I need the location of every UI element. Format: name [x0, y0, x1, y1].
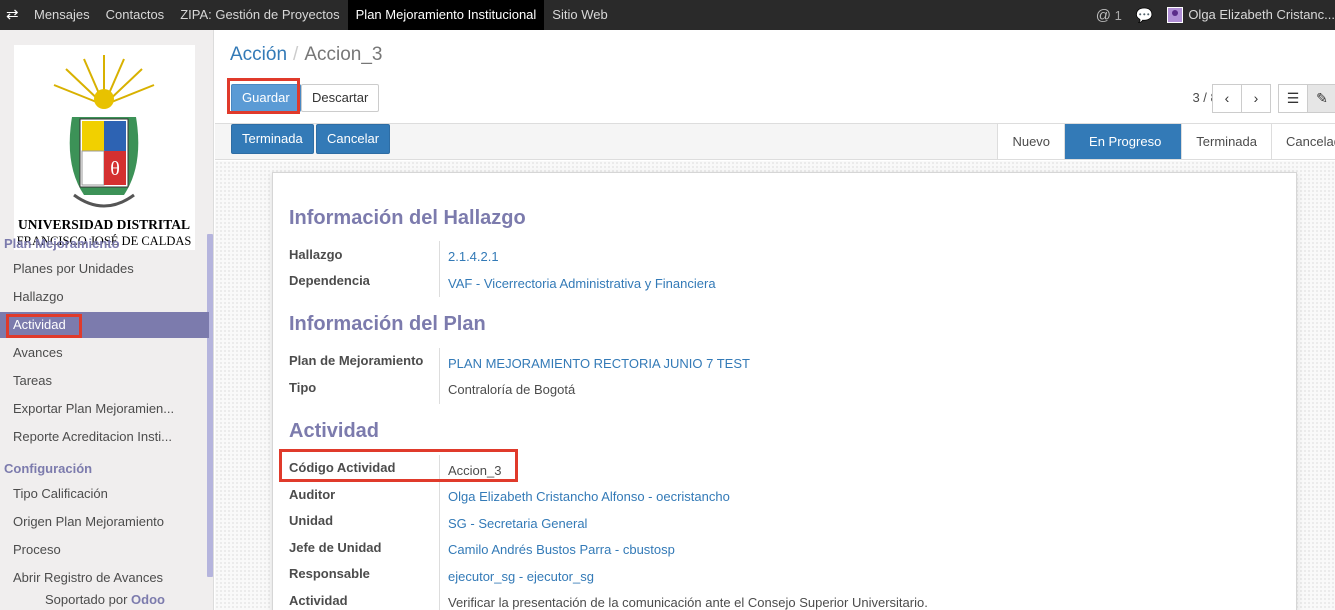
value-responsable[interactable]: ejecutor_sg - ejecutor_sg	[448, 569, 594, 584]
apps-switch-icon[interactable]: ⇄	[6, 6, 24, 24]
stage-en-progreso[interactable]: En Progreso	[1064, 124, 1182, 159]
university-crest-icon: θ UNIVERSIDAD DISTRITAL FRANCISCO JOSÉ D…	[17, 55, 191, 248]
menu-contactos[interactable]: Contactos	[98, 0, 173, 30]
section-plan-mejoramiento: Plan Mejoramiento	[4, 236, 120, 251]
form-view-button[interactable]: ✎	[1307, 84, 1335, 113]
list-view-button[interactable]: ☰	[1278, 84, 1308, 113]
label-unidad: Unidad	[289, 513, 334, 528]
label-tipo: Tipo	[289, 380, 317, 395]
section-title-hallazgo: Información del Hallazgo	[289, 207, 526, 229]
menu-sitio-web[interactable]: Sitio Web	[544, 0, 615, 30]
mentions-count: 1	[1114, 7, 1122, 23]
label-hallazgo: Hallazgo	[289, 247, 343, 262]
odoo-link[interactable]: Odoo	[131, 592, 165, 607]
finished-button[interactable]: Terminada	[231, 124, 314, 154]
menu-plan-mejoramiento[interactable]: Plan Mejoramiento Institucional	[347, 0, 545, 30]
at-sign-icon: @	[1095, 6, 1112, 24]
stage-nuevo[interactable]: Nuevo	[997, 124, 1065, 159]
label-jefe-unidad: Jefe de Unidad	[289, 540, 382, 555]
value-unidad[interactable]: SG - Secretaria General	[448, 516, 587, 531]
edit-icon: ✎	[1316, 90, 1328, 106]
sidebar-item-origen-plan[interactable]: Origen Plan Mejoramiento	[0, 509, 209, 535]
sidebar-item-tipo-calificacion[interactable]: Tipo Calificación	[0, 481, 209, 507]
chat-icon[interactable]: 💬	[1136, 7, 1153, 24]
university-logo: θ UNIVERSIDAD DISTRITAL FRANCISCO JOSÉ D…	[14, 45, 195, 250]
stage-terminada[interactable]: Terminada	[1181, 124, 1271, 159]
powered-by: Soportado por Odoo	[45, 592, 165, 607]
value-codigo-actividad[interactable]: Accion_3	[448, 463, 501, 478]
value-jefe-unidad[interactable]: Camilo Andrés Bustos Parra - cbustosp	[448, 542, 675, 557]
status-bar: Terminada Cancelar Nuevo En Progreso Ter…	[215, 123, 1335, 160]
sidebar: θ UNIVERSIDAD DISTRITAL FRANCISCO JOSÉ D…	[0, 30, 214, 610]
sidebar-item-proceso[interactable]: Proceso	[0, 537, 209, 563]
label-actividad: Actividad	[289, 593, 348, 608]
field-divider	[439, 241, 440, 297]
field-divider	[439, 455, 440, 610]
mentions-button[interactable]: @ 1	[1096, 7, 1122, 24]
breadcrumb-separator: /	[293, 44, 299, 65]
chevron-left-icon: ‹	[1224, 90, 1230, 106]
field-divider	[439, 348, 440, 404]
top-navbar: ⇄ Mensajes Contactos ZIPA: Gestión de Pr…	[0, 0, 1335, 30]
breadcrumb-current: Accion_3	[304, 44, 383, 65]
sidebar-item-reporte-acreditacion[interactable]: Reporte Acreditacion Insti...	[0, 424, 209, 450]
sidebar-item-hallazgo[interactable]: Hallazgo	[0, 284, 209, 310]
top-right-area: @ 1 💬 Olga Elizabeth Cristanc...	[1096, 0, 1335, 30]
label-auditor: Auditor	[289, 487, 336, 502]
discard-button[interactable]: Descartar	[301, 84, 380, 112]
value-actividad: Verificar la presentación de la comunica…	[448, 595, 928, 610]
next-record-button[interactable]: ›	[1241, 84, 1271, 113]
chevron-right-icon: ›	[1253, 90, 1259, 106]
logo-line-1: UNIVERSIDAD DISTRITAL	[18, 217, 190, 232]
previous-record-button[interactable]: ‹	[1212, 84, 1242, 113]
label-codigo-actividad: Código Actividad	[289, 460, 396, 475]
value-auditor[interactable]: Olga Elizabeth Cristancho Alfonso - oecr…	[448, 489, 730, 504]
avatar	[1167, 7, 1184, 24]
label-responsable: Responsable	[289, 566, 370, 581]
top-menu: Mensajes Contactos ZIPA: Gestión de Proy…	[26, 0, 616, 30]
sidebar-item-avances[interactable]: Avances	[0, 340, 209, 366]
label-dependencia: Dependencia	[289, 273, 370, 288]
value-dependencia[interactable]: VAF - Vicerrectoria Administrativa y Fin…	[448, 276, 716, 291]
main-content: Acción / Accion_3 Guardar Descartar 3 / 80…	[215, 30, 1335, 610]
sidebar-item-actividad[interactable]: Actividad	[0, 312, 209, 338]
sidebar-item-planes-por-unidades[interactable]: Planes por Unidades	[0, 256, 209, 282]
user-name: Olga Elizabeth Cristanc...	[1188, 6, 1335, 22]
label-plan-mejoramiento: Plan de Mejoramiento	[289, 353, 424, 368]
value-tipo: Contraloría de Bogotá	[448, 382, 576, 397]
menu-mensajes[interactable]: Mensajes	[26, 0, 98, 30]
svg-text:θ: θ	[110, 158, 120, 180]
sidebar-item-abrir-registro[interactable]: Abrir Registro de Avances	[0, 565, 209, 591]
section-configuracion: Configuración	[4, 461, 93, 476]
save-button[interactable]: Guardar	[231, 84, 301, 112]
section-title-plan: Información del Plan	[289, 313, 486, 335]
form-sheet: Información del Hallazgo Hallazgo 2.1.4.…	[272, 172, 1297, 610]
menu-zipa[interactable]: ZIPA: Gestión de Proyectos	[172, 0, 347, 30]
stage-cancelada[interactable]: Cancelada	[1271, 124, 1335, 159]
section-title-actividad: Actividad	[289, 420, 380, 442]
list-icon: ☰	[1286, 90, 1300, 106]
sidebar-item-exportar-plan[interactable]: Exportar Plan Mejoramien...	[0, 396, 209, 422]
breadcrumb: Acción / Accion_3	[230, 44, 382, 66]
powered-by-text: Soportado por	[45, 592, 128, 607]
cancel-button[interactable]: Cancelar	[316, 124, 391, 154]
value-hallazgo[interactable]: 2.1.4.2.1	[448, 249, 499, 264]
stage-pipeline: Nuevo En Progreso Terminada Cancelada	[997, 124, 1335, 159]
value-plan-mejoramiento[interactable]: PLAN MEJORAMIENTO RECTORIA JUNIO 7 TEST	[448, 356, 750, 371]
user-menu[interactable]: Olga Elizabeth Cristanc...	[1167, 7, 1335, 24]
sidebar-item-tareas[interactable]: Tareas	[0, 368, 209, 394]
breadcrumb-parent[interactable]: Acción	[230, 44, 287, 65]
